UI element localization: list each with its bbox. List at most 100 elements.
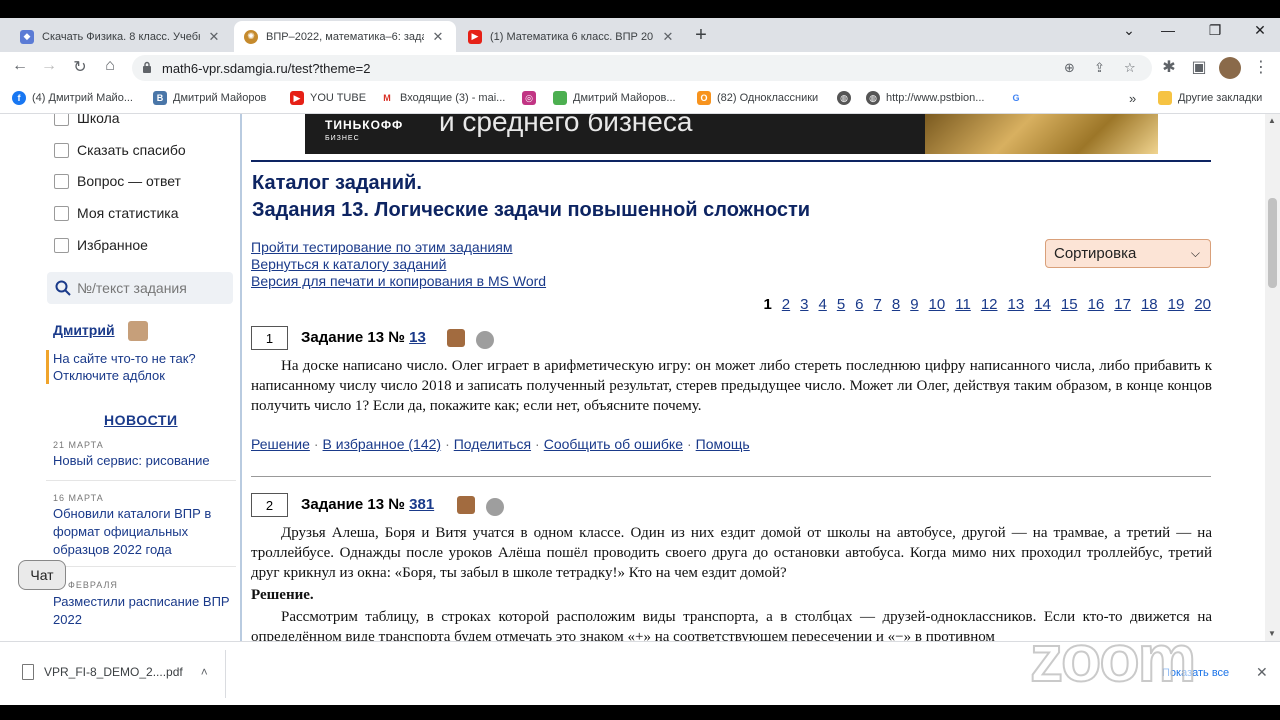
bookmark-instagram[interactable]: ◎ — [522, 91, 542, 105]
home-icon[interactable]: ⌂ — [99, 57, 121, 75]
user-name-link[interactable]: Дмитрий — [53, 322, 115, 338]
checkbox[interactable] — [54, 237, 69, 253]
page-link[interactable]: 13 — [1008, 296, 1025, 313]
chevron-up-icon[interactable]: ˄ — [201, 665, 208, 679]
bookmark-facebook[interactable]: f (4) Дмитрий Майо... — [12, 91, 133, 105]
adblock-notice[interactable]: На сайте что-то не так? Отключите адблок — [46, 350, 236, 384]
new-tab-icon[interactable]: + — [690, 24, 712, 47]
page-link[interactable]: 2 — [782, 296, 790, 313]
minimize-icon[interactable]: — — [1153, 22, 1183, 38]
side-panel-icon[interactable]: ▣ — [1188, 57, 1210, 77]
bookmark-profile[interactable]: Дмитрий Майоров... — [553, 91, 676, 105]
scroll-up-icon[interactable]: ▲ — [1268, 116, 1276, 125]
download-item[interactable]: VPR_FI-8_DEMO_2....pdf ˄ — [22, 664, 208, 680]
lock-icon — [143, 61, 151, 73]
bookmark-youtube[interactable]: ▶ YOU TUBE — [290, 91, 366, 105]
task-number-link[interactable]: 13 — [409, 329, 426, 346]
sidebar-divider — [240, 114, 242, 641]
page-link[interactable]: 18 — [1141, 296, 1158, 313]
more-bookmarks-icon[interactable]: » — [1129, 91, 1136, 106]
tab-vpr-math[interactable]: ✺ ВПР–2022, математика–6: задан ✕ — [234, 21, 456, 52]
page-link[interactable]: 12 — [981, 296, 998, 313]
bookmark-globe[interactable]: ◍ — [837, 91, 857, 105]
catalog-title: Каталог заданий. — [252, 172, 422, 194]
extensions-icon[interactable]: ✱ — [1158, 57, 1180, 77]
page-link[interactable]: 1 — [763, 296, 771, 313]
sidebar-item-qa[interactable]: Вопрос — ответ — [54, 173, 181, 189]
solution-link[interactable]: Решение — [251, 436, 310, 452]
sidebar-item-stats[interactable]: Моя статистика — [54, 205, 179, 221]
page-link[interactable]: 10 — [929, 296, 946, 313]
other-bookmarks[interactable]: Другие закладки — [1158, 91, 1262, 105]
page-link[interactable]: 20 — [1194, 296, 1211, 313]
sort-select[interactable]: Сортировка ⌵ — [1045, 239, 1211, 268]
page-link[interactable]: 17 — [1114, 296, 1131, 313]
page-link[interactable]: 15 — [1061, 296, 1078, 313]
news-item[interactable]: Новый сервис: рисование — [53, 452, 233, 470]
forward-icon[interactable]: → — [38, 57, 60, 75]
sidebar-item-school[interactable]: Школа — [54, 114, 120, 126]
close-icon[interactable]: ✕ — [206, 29, 222, 45]
news-heading[interactable]: НОВОСТИ — [104, 412, 178, 428]
page-link[interactable]: 6 — [855, 296, 863, 313]
briefcase-icon[interactable] — [457, 496, 475, 514]
page-link[interactable]: 7 — [874, 296, 882, 313]
close-icon[interactable]: ✕ — [430, 29, 446, 45]
share-icon[interactable]: ⇪ — [1094, 60, 1105, 76]
report-error-link[interactable]: Сообщить об ошибке — [544, 436, 683, 452]
page-link[interactable]: 14 — [1034, 296, 1051, 313]
page-link[interactable]: 9 — [910, 296, 918, 313]
tab-physics[interactable]: ◆ Скачать Физика. 8 класс. Учебн ✕ — [10, 21, 232, 52]
checkbox[interactable] — [54, 142, 69, 158]
page-link[interactable]: 5 — [837, 296, 845, 313]
menu-icon[interactable]: ⋮ — [1250, 57, 1272, 77]
reload-icon[interactable]: ↻ — [69, 57, 91, 77]
scrollbar-thumb[interactable] — [1268, 198, 1277, 288]
window-close-icon[interactable]: ✕ — [1245, 22, 1275, 39]
back-to-catalog-link[interactable]: Вернуться к каталогу заданий — [251, 256, 446, 272]
profile-avatar[interactable] — [1219, 57, 1241, 79]
page-link[interactable]: 4 — [818, 296, 826, 313]
page-link[interactable]: 19 — [1168, 296, 1185, 313]
print-version-link[interactable]: Версия для печати и копирования в MS Wor… — [251, 273, 546, 289]
tab-search-icon[interactable]: ⌄ — [1114, 22, 1144, 39]
back-icon[interactable]: ← — [9, 57, 31, 75]
favorite-link[interactable]: В избранное (142) — [323, 436, 442, 452]
bookmark-vk[interactable]: В Дмитрий Майоров — [153, 91, 266, 105]
checkbox[interactable] — [54, 205, 69, 221]
chat-button[interactable]: Чат — [18, 560, 66, 590]
close-icon[interactable]: ✕ — [1256, 664, 1268, 681]
briefcase-icon[interactable] — [447, 329, 465, 347]
page-link[interactable]: 3 — [800, 296, 808, 313]
share-link[interactable]: Поделиться — [454, 436, 531, 452]
checkbox[interactable] — [54, 114, 69, 126]
help-link[interactable]: Помощь — [696, 436, 750, 452]
scrollbar[interactable]: ▲ ▼ — [1265, 114, 1280, 641]
news-item[interactable]: Разместили расписание ВПР 2022 — [53, 593, 233, 629]
top-black-bar — [0, 0, 1280, 18]
bookmark-pstbion[interactable]: ◍ http://www.pstbion... — [866, 91, 984, 105]
page-link[interactable]: 16 — [1088, 296, 1105, 313]
restore-icon[interactable]: ❐ — [1200, 22, 1230, 39]
page-link[interactable]: 8 — [892, 296, 900, 313]
sidebar-item-favorites[interactable]: Избранное — [54, 237, 148, 253]
zoom-icon[interactable]: ⊕ — [1064, 60, 1075, 76]
tab-youtube[interactable]: ▶ (1) Математика 6 класс. ВПР 20 ✕ — [458, 21, 686, 52]
news-item[interactable]: Обновили каталоги ВПР в формат официальн… — [53, 505, 233, 559]
bookmark-gmail[interactable]: M Входящие (3) - mai... — [380, 91, 505, 105]
close-icon[interactable]: ✕ — [660, 29, 676, 45]
star-icon[interactable]: ☆ — [1124, 60, 1136, 76]
task-number-link[interactable]: 381 — [409, 496, 434, 513]
ad-banner[interactable]: ТИНЬКОФФ БИЗНЕС и среднего бизнеса — [305, 114, 1158, 154]
page-link[interactable]: 11 — [955, 296, 971, 313]
user-briefcase-icon[interactable] — [128, 321, 148, 341]
start-test-link[interactable]: Пройти тестирование по этим заданиям — [251, 239, 512, 255]
sidebar-item-thanks[interactable]: Сказать спасибо — [54, 142, 186, 158]
task-search-input[interactable]: №/текст задания — [47, 272, 233, 304]
divider — [225, 650, 226, 698]
bookmark-google[interactable]: G — [1009, 91, 1029, 105]
bookmark-odnoklassniki[interactable]: О (82) Одноклассники — [697, 91, 818, 105]
checkbox[interactable] — [54, 173, 69, 189]
scroll-down-icon[interactable]: ▼ — [1268, 629, 1276, 638]
address-bar[interactable]: math6-vpr.sdamgia.ru/test?theme=2 ⊕ ⇪ ☆ — [132, 55, 1152, 81]
